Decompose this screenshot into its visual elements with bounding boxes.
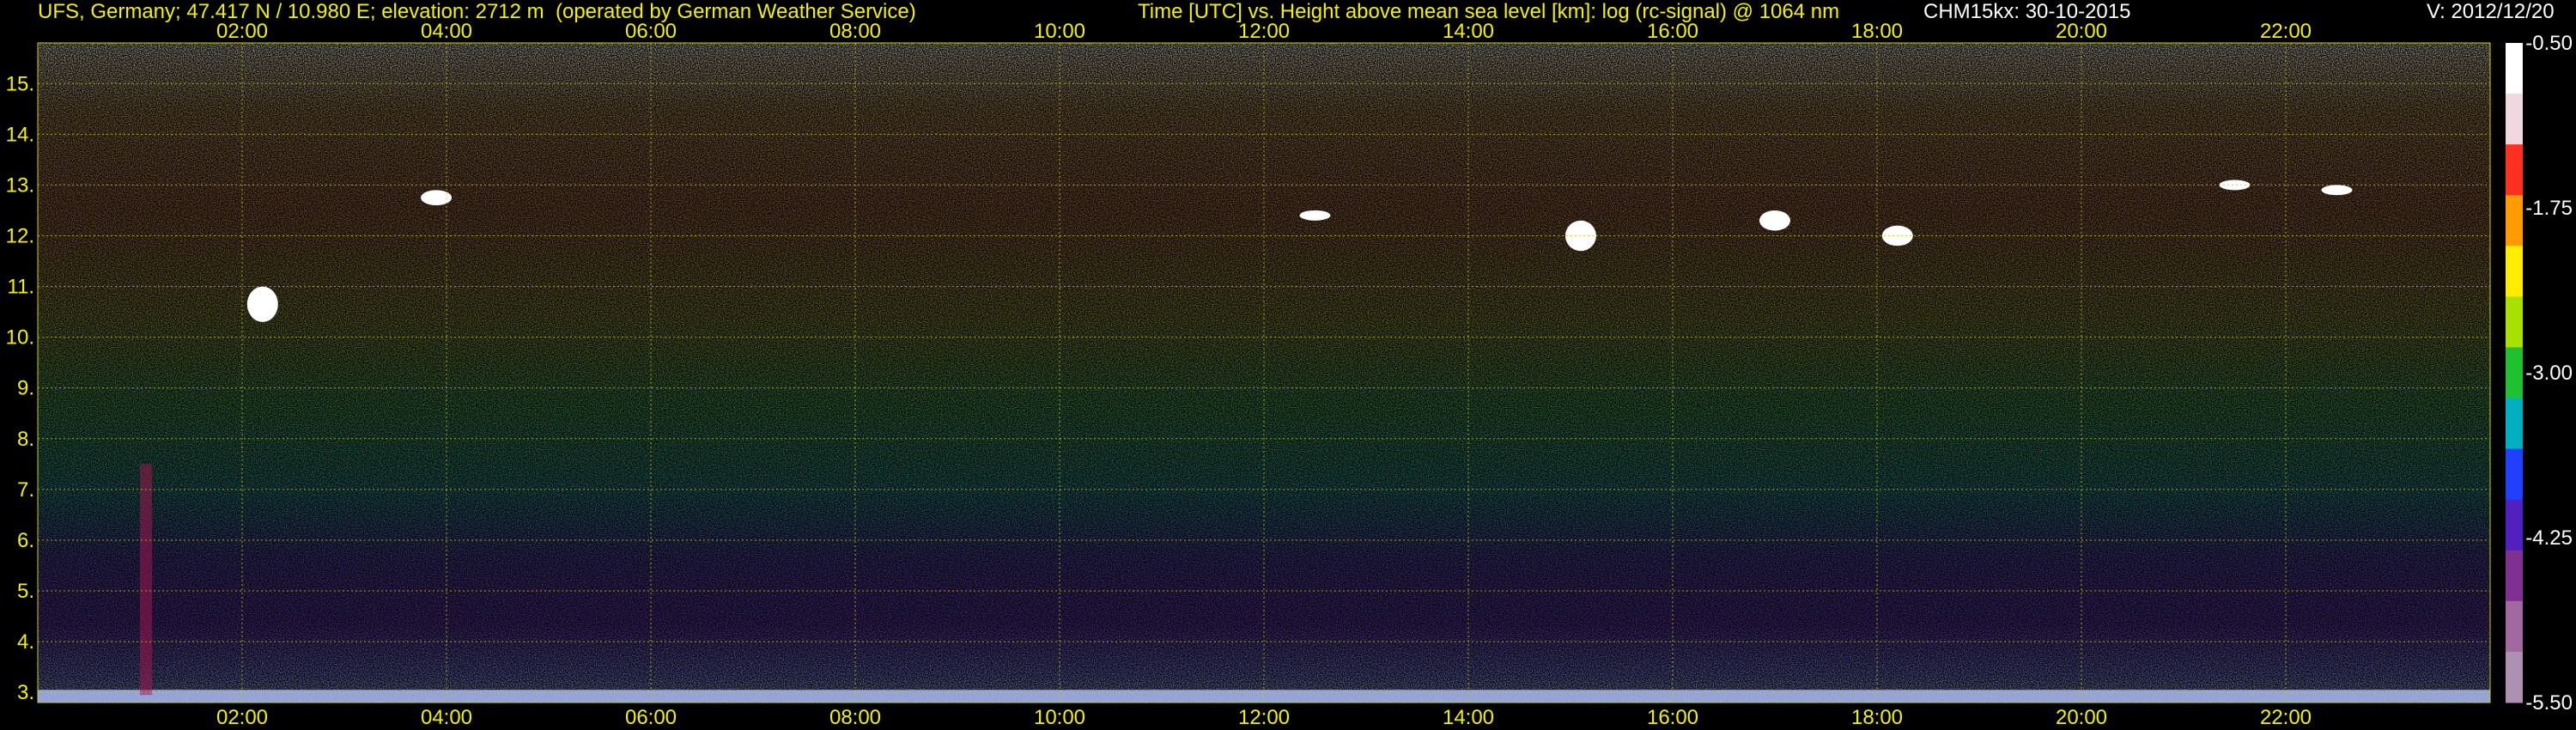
x-tick-label-top: 02:00 [216,20,268,43]
y-tick-label: 8. [17,428,34,451]
x-tick-label-top: 08:00 [829,20,881,43]
ceilometer-plot: UFS, Germany; 47.417 N / 10.980 E; eleva… [0,0,2576,730]
colorbar-segment [2506,448,2523,501]
x-tick-label-bottom: 08:00 [829,706,881,729]
colorbar-tick-label: -0.50 [2525,32,2573,55]
colorbar-segment [2506,347,2523,399]
y-tick-label: 13. [6,173,34,197]
colorbar-tick-label: -3.00 [2525,362,2573,385]
x-tick-label-bottom: 22:00 [2260,706,2312,729]
colorbar-segment [2506,195,2523,246]
colorbar-segment [2506,499,2523,551]
x-tick-label-bottom: 16:00 [1647,706,1698,729]
x-tick-label-top: 16:00 [1647,20,1698,43]
colorbar-tick-label: -4.25 [2525,526,2573,550]
x-tick-label-top: 14:00 [1443,20,1494,43]
y-tick-label: 14. [6,123,34,146]
x-tick-label-top: 06:00 [625,20,677,43]
cloud-patch [1759,210,1790,231]
cloud-patch [246,286,278,322]
cloud-patch [2321,185,2353,196]
x-tick-label-bottom: 04:00 [421,706,472,729]
colorbar-segment [2506,651,2523,703]
colorbar-segment [2506,398,2523,450]
x-tick-label-top: 20:00 [2056,20,2107,43]
colorbar-segment [2506,296,2523,348]
x-tick-label-top: 10:00 [1034,20,1085,43]
y-tick-label: 5. [17,580,34,603]
y-tick-label: 9. [17,377,34,400]
colorbar-segment [2506,94,2523,145]
x-tick-label-top: 18:00 [1851,20,1903,43]
colorbar-segment [2506,550,2523,602]
x-tick-label-bottom: 10:00 [1034,706,1085,729]
x-tick-label-bottom: 18:00 [1851,706,1903,729]
y-tick-label: 4. [17,630,34,654]
colorbar-segment [2506,144,2523,196]
colorbar-tick-label: -1.75 [2525,197,2573,220]
y-tick-label: 10. [6,326,34,350]
y-tick-label: 7. [17,478,34,502]
x-tick-label-bottom: 14:00 [1443,706,1494,729]
colorbar-segment [2506,43,2523,94]
colorbar-tick-label: -5.50 [2525,691,2573,715]
chart-svg: 02:00 02:00 04:00 04:00 06:00 06:00 08:00 08:00… [6,20,2573,729]
x-tick-label-bottom: 02:00 [216,706,268,729]
y-tick-label: 15. [6,72,34,95]
y-tick-label: 12. [6,224,34,247]
cloud-patch [421,190,453,206]
x-tick-label-top: 04:00 [421,20,472,43]
colorbar-segment [2506,600,2523,653]
y-tick-label: 11. [7,276,34,299]
x-tick-label-bottom: 12:00 [1238,706,1290,729]
cloud-patch [1299,210,1331,221]
x-tick-label-bottom: 20:00 [2056,706,2107,729]
signal-streak [140,464,152,696]
x-tick-label-top: 12:00 [1238,20,1290,43]
x-tick-label-bottom: 06:00 [625,706,677,729]
y-tick-label: 3. [17,681,34,704]
colorbar-segment [2506,246,2523,297]
x-tick-label-top: 22:00 [2260,20,2312,43]
y-tick-label: 6. [17,529,34,552]
